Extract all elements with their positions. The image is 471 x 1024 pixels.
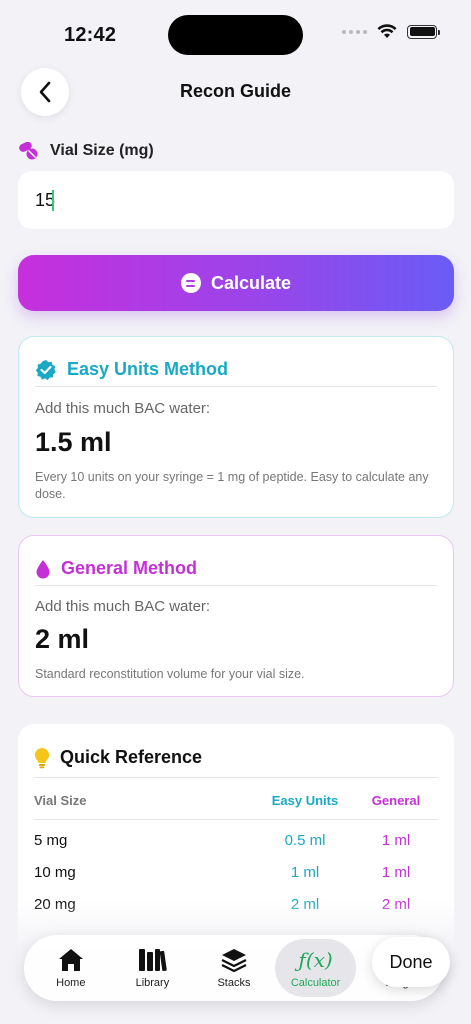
battery-icon [407,24,440,39]
cell-easy-units: 1 ml [290,863,320,881]
status-bar: 12:42 [0,0,471,70]
vial-size-label-text: Vial Size (mg) [50,142,154,159]
tab-calculator-label: Calculator [290,977,341,989]
vial-size-input[interactable] [18,171,454,229]
dynamic-island [168,15,303,55]
status-icons [342,24,440,39]
signal-icon [342,29,367,34]
quick-reference-header: Quick Reference [34,738,438,778]
table-row: 10 mg 1 ml 1 ml [34,856,438,888]
nav-header: Recon Guide [0,66,471,116]
table-row: 5 mg 0.5 ml 1 ml [34,824,438,856]
header-easy-units: Easy Units [271,793,339,808]
easy-units-subtitle: Add this much BAC water: [35,400,211,417]
lightbulb-icon [34,747,50,768]
wifi-icon [377,24,397,38]
reference-table-header: Vial Size Easy Units General [34,782,438,820]
stacks-icon [221,949,247,973]
tab-library-label: Library [135,977,170,989]
checkmark-seal-icon [35,359,56,380]
tab-library[interactable]: Library [112,939,194,997]
calculate-button[interactable]: Calculate [18,255,454,311]
cell-vial-size: 5 mg [34,831,68,849]
header-vial-size: Vial Size [34,793,87,808]
tab-home[interactable]: Home [30,939,112,997]
header-general: General [371,793,421,808]
general-method-card: General Method Add this much BAC water: … [18,535,454,697]
library-icon [139,949,168,972]
tab-stacks[interactable]: Stacks [193,939,275,997]
general-method-subtitle: Add this much BAC water: [35,598,211,615]
cell-general: 1 ml [381,863,411,881]
function-icon: ƒ(x) [298,948,333,972]
general-method-title: General Method [61,558,198,578]
page-title: Recon Guide [179,81,291,101]
text-caret [52,190,54,211]
status-time: 12:42 [64,24,117,46]
general-method-value: 2 ml [35,624,90,654]
easy-units-card: Easy Units Method Add this much BAC wate… [18,336,454,518]
easy-units-title: Easy Units Method [67,359,229,379]
tab-calculator[interactable]: ƒ(x) Calculator [274,939,357,997]
tab-home-label: Home [56,977,86,989]
pills-icon [19,142,38,160]
drop-icon [36,559,50,578]
general-method-note: Standard reconstitution volume for your … [35,667,305,681]
calculate-label: Calculate [210,272,292,293]
vial-size-label: Vial Size (mg) [18,142,154,160]
quick-reference-title: Quick Reference [60,747,203,767]
done-button[interactable]: Done [372,937,450,987]
equals-icon [180,273,201,293]
easy-units-header: Easy Units Method [35,353,437,387]
cell-easy-units: 0.5 ml [284,831,326,849]
general-method-header: General Method [35,552,437,586]
cell-general: 1 ml [381,831,411,849]
cell-vial-size: 10 mg [34,863,76,881]
home-icon [58,949,83,971]
easy-units-note: Every 10 units on your syringe = 1 mg of… [35,470,429,501]
easy-units-value: 1.5 ml [35,427,112,457]
tab-stacks-label: Stacks [217,977,251,989]
